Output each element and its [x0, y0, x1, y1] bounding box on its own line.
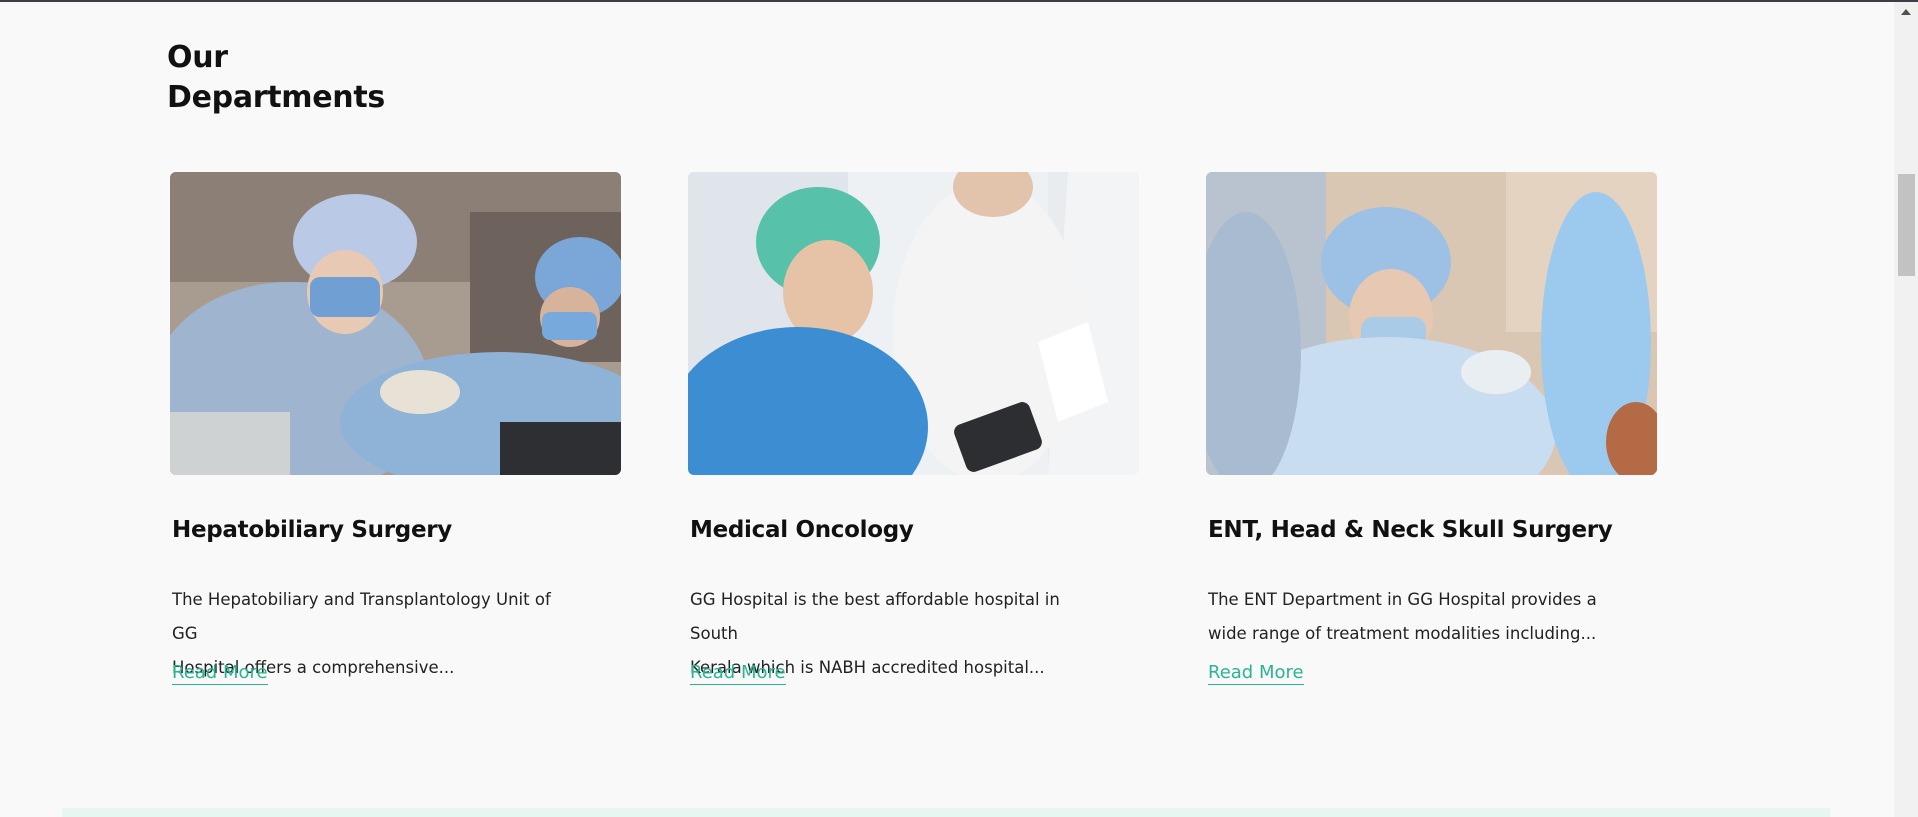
- department-title: Hepatobiliary Surgery: [172, 517, 452, 543]
- next-section-edge: [62, 808, 1830, 817]
- vertical-scrollbar[interactable]: [1894, 2, 1918, 817]
- department-card-medical-oncology[interactable]: Medical Oncology GG Hospital is the best…: [688, 172, 1139, 685]
- scrollbar-thumb[interactable]: [1898, 174, 1915, 276]
- read-more-link[interactable]: Read More: [172, 662, 268, 685]
- department-title: Medical Oncology: [690, 517, 914, 543]
- section-title: Our Departments: [167, 38, 385, 118]
- department-card-ent[interactable]: ENT, Head & Neck Skull Surgery The ENT D…: [1206, 172, 1657, 685]
- surgeons-operating-photo[interactable]: [170, 172, 621, 475]
- scroll-up-arrow-icon[interactable]: [1901, 9, 1911, 15]
- surgeon-in-mask-photo[interactable]: [1206, 172, 1657, 475]
- read-more-link[interactable]: Read More: [1208, 662, 1304, 685]
- section-title-line2: Departments: [167, 80, 385, 115]
- doctor-with-tablet-photo[interactable]: [688, 172, 1139, 475]
- section-title-line1: Our: [167, 40, 228, 75]
- browser-top-edge: [0, 0, 1918, 2]
- department-card-hepatobiliary[interactable]: Hepatobiliary Surgery The Hepatobiliary …: [170, 172, 621, 685]
- read-more-link[interactable]: Read More: [690, 662, 786, 685]
- department-description: The ENT Department in GG Hospital provid…: [1208, 590, 1597, 643]
- department-title: ENT, Head & Neck Skull Surgery: [1208, 517, 1613, 543]
